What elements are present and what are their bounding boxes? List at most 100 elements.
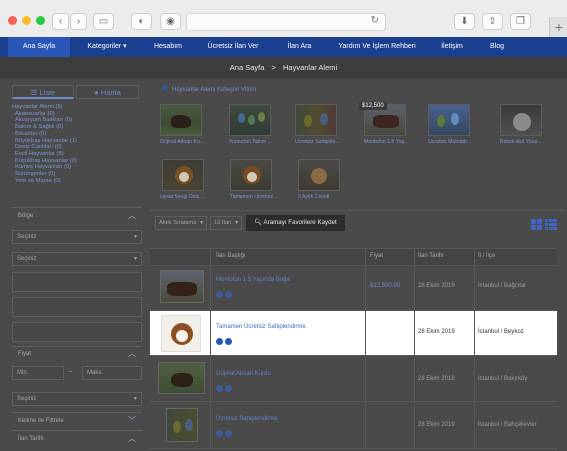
nav-help[interactable]: Yardım Ve İşlem Rehberi <box>327 37 427 57</box>
chevron-up-icon[interactable]: ︿ <box>128 210 136 221</box>
showcase-thumb[interactable] <box>298 159 340 191</box>
district-select[interactable]: Seçiniz ▾ <box>12 252 142 266</box>
tabs-icon[interactable]: ❐ <box>510 13 531 30</box>
address-bar[interactable]: ↻ <box>186 13 386 31</box>
showcase-thumb[interactable] <box>428 104 470 136</box>
listing-badges <box>216 380 234 398</box>
listing-image[interactable] <box>158 362 205 394</box>
forward-icon[interactable]: › <box>70 13 87 30</box>
category-item[interactable]: Evcil Hayvanlar (8) <box>15 151 139 158</box>
filter-box[interactable] <box>12 272 142 292</box>
category-item[interactable]: Hayvanlar Alemi (9) <box>12 104 139 111</box>
category-item[interactable]: Deniz Canlıları (0) <box>15 144 139 151</box>
chevron-up-icon[interactable]: ︿ <box>128 433 136 444</box>
new-tab-button[interactable]: + <box>549 17 567 37</box>
column-header-title[interactable]: İlan Başlığı <box>216 253 246 259</box>
chevron-down-icon[interactable]: ﹀ <box>128 415 136 426</box>
table-row[interactable]: Montofon 1.5 Yaşında Boğa $12,500.00 28 … <box>150 265 557 311</box>
sidebar-icon[interactable]: ▭ <box>93 13 114 30</box>
breadcrumb-separator: > <box>271 63 276 72</box>
showcase-caption[interactable]: Montofon 1.5 Yaş... <box>364 139 424 145</box>
listing-badges <box>216 425 234 443</box>
column-header-price[interactable]: Fiyat <box>370 253 383 259</box>
divider <box>12 207 142 208</box>
listing-image[interactable] <box>166 408 198 442</box>
category-item[interactable]: Bakım & Sağlık (0) <box>15 124 139 131</box>
price-min-input[interactable]: Min. <box>12 366 64 380</box>
nav-account[interactable]: Hesabım <box>142 37 194 57</box>
price-max-input[interactable]: Maks. <box>82 366 142 380</box>
download-icon[interactable]: ⬇ <box>454 13 475 30</box>
listing-image[interactable] <box>161 315 201 352</box>
extension-icon[interactable]: ◉ <box>160 13 181 30</box>
currency-select[interactable]: Seçiniz ▾ <box>12 392 142 406</box>
breadcrumb-home[interactable]: Ana Sayfa <box>230 63 265 72</box>
nav-categories[interactable]: Kategoriler ▾ <box>72 37 142 57</box>
table-row[interactable]: Ücretsiz Sahiplendirme 28 Ekim 2019 İsta… <box>150 402 557 449</box>
showcase-caption[interactable]: Ücretsiz Muhabb... <box>428 139 488 145</box>
grid-view-icon[interactable] <box>531 219 544 232</box>
listing-title[interactable]: Montofon 1.5 Yaşında Boğa <box>216 277 290 283</box>
back-icon[interactable]: ‹ <box>52 13 69 30</box>
nav-home[interactable]: Ana Sayfa <box>8 37 70 57</box>
close-window-button[interactable] <box>8 16 17 25</box>
nav-post-ad[interactable]: Ücretsiz İlan Ver <box>194 37 272 57</box>
showcase-thumb[interactable] <box>295 104 337 136</box>
showcase-caption[interactable]: Bebek Acil Yuva ... <box>500 139 560 145</box>
minimize-window-button[interactable] <box>22 16 31 25</box>
listing-title[interactable]: Tamamen Ücretsiz Sahiplendirme <box>216 324 306 330</box>
category-item[interactable]: Büyükbaş Hayvanlar (1) <box>15 138 139 145</box>
nav-contact[interactable]: İletişim <box>427 37 477 57</box>
map-pin-icon: ● <box>94 88 101 97</box>
save-search-label: Aramayı Favorilere Kaydet <box>263 219 337 226</box>
category-item[interactable]: Yem ve Mama (0) <box>15 178 139 185</box>
showcase-thumb[interactable] <box>229 104 271 136</box>
sort-select[interactable]: Akıllı Sıralama ▾ <box>155 216 207 230</box>
listing-location: İstanbul / Bağcılar <box>478 283 527 289</box>
save-search-button[interactable]: 🔍︎ Aramayı Favorilere Kaydet <box>246 215 345 231</box>
listing-image[interactable] <box>160 270 204 303</box>
category-item[interactable]: Akvaryum Balıkları (0) <box>15 117 139 124</box>
zoom-window-button[interactable] <box>36 16 45 25</box>
category-item[interactable]: Kümes Hayvanları (0) <box>15 164 139 171</box>
listing-badges <box>216 286 234 304</box>
listing-location: İstanbul / Bahçelievler <box>478 422 537 428</box>
share-icon[interactable]: ⇪ <box>482 13 503 30</box>
showcase-thumb[interactable] <box>160 104 202 136</box>
column-header-date[interactable]: İlan Tarihi <box>418 253 444 259</box>
chevron-down-icon: ▾ <box>133 396 137 402</box>
showcase-caption[interactable]: Orijinal Alman Ku... <box>160 139 220 145</box>
listing-title[interactable]: Orijinal Alman Kurdu <box>216 371 271 377</box>
page-size-select-value: 10 İlan <box>214 220 232 226</box>
tab-map[interactable]: ● Harita <box>76 85 139 99</box>
category-item[interactable]: Böcekler (0) <box>15 131 139 138</box>
category-item[interactable]: Küçükbaş Hayvanlar (0) <box>15 158 139 165</box>
showcase-caption[interactable]: Yumurtalı Takım ... <box>229 139 289 145</box>
showcase-thumb[interactable] <box>162 159 204 191</box>
showcase-thumb[interactable] <box>230 159 272 191</box>
chevron-up-icon[interactable]: ︿ <box>128 348 136 359</box>
column-header-location[interactable]: İl / İlçe <box>478 253 495 259</box>
reload-icon[interactable]: ↻ <box>371 15 379 26</box>
showcase-caption[interactable]: Ücretsiz Sahiplen... <box>295 139 355 145</box>
nav-blog[interactable]: Blog <box>477 37 517 57</box>
list-view-icon[interactable] <box>545 219 558 232</box>
showcase-caption[interactable]: Tamamen Ücretsiz ... <box>230 194 290 200</box>
filter-box[interactable] <box>12 297 142 317</box>
shield-icon[interactable]: ◐ <box>131 13 152 30</box>
category-item[interactable]: Sürüngenler (0) <box>15 171 139 178</box>
table-row[interactable]: Orijinal Alman Kurdu 28 Ekim 2019 İstanb… <box>150 356 557 402</box>
page-size-select[interactable]: 10 İlan ▾ <box>210 216 242 230</box>
region-select[interactable]: Seçiniz ▾ <box>12 230 142 244</box>
category-list: Hayvanlar Alemi (9) Akaesuarlar (0) Akva… <box>12 104 139 184</box>
showcase-thumb[interactable] <box>500 104 542 136</box>
showcase-caption[interactable]: 5 Aylık 2 Kedi <box>298 194 358 200</box>
nav-search-ads[interactable]: İlan Ara <box>272 37 327 57</box>
location-icon <box>225 385 232 393</box>
listing-title[interactable]: Ücretsiz Sahiplendirme <box>216 416 278 422</box>
showcase-caption[interactable]: Uysal Sevgi Dolu ... <box>160 194 220 200</box>
table-row-highlighted[interactable]: Tamamen Ücretsiz Sahiplendirme 28 Ekim 2… <box>150 311 557 356</box>
category-item[interactable]: Akaesuarlar (0) <box>15 111 139 118</box>
tab-list[interactable]: ☰ Liste <box>12 85 74 99</box>
filter-box[interactable] <box>12 322 142 342</box>
